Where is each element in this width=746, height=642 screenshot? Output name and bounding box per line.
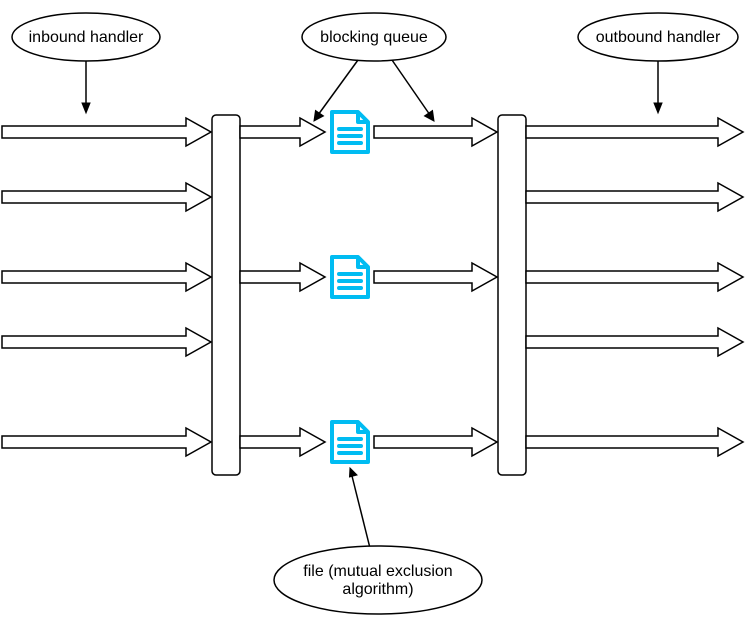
file-label-line2: algorithm) [342, 581, 413, 598]
inbound-arrows [2, 118, 211, 456]
inbound-handler-ellipse: inbound handler [12, 13, 160, 61]
blocking-queue-ellipse: blocking queue [302, 13, 446, 61]
outbound-queue-rect [498, 115, 526, 475]
document-icon [332, 257, 368, 297]
file-label-line1: file (mutual exclusion [303, 563, 452, 580]
file-ellipse: file (mutual exclusion algorithm) [274, 546, 482, 614]
inbound-queue-rect [212, 115, 240, 475]
connector-outbound [654, 61, 662, 113]
outbound-handler-label: outbound handler [596, 29, 721, 46]
blocking-queue-label: blocking queue [320, 29, 428, 46]
diagram: inbound handler blocking queue outbound … [0, 0, 746, 642]
document-icon [332, 112, 368, 152]
outbound-arrows [526, 118, 743, 456]
connector-blocking-right [392, 60, 434, 121]
document-icon [332, 422, 368, 462]
inbound-handler-label: inbound handler [29, 29, 144, 46]
connector-file [350, 468, 371, 548]
outbound-handler-ellipse: outbound handler [578, 13, 738, 61]
connector-inbound [82, 61, 90, 113]
